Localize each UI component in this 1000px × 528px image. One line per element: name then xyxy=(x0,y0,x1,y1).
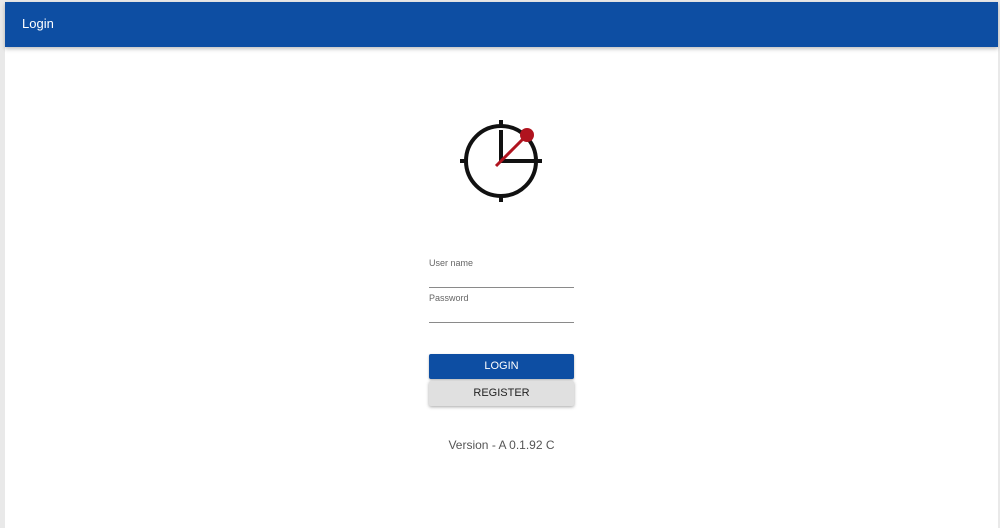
version-text: Version - A 0.1.92 C xyxy=(448,438,555,452)
username-label: User name xyxy=(429,258,474,268)
login-button[interactable]: LOGIN xyxy=(429,354,574,379)
password-field: Password xyxy=(429,293,574,329)
password-label: Password xyxy=(429,293,469,303)
clock-crosshair-icon xyxy=(460,120,542,202)
username-field: User name xyxy=(429,258,574,294)
app-bar-title: Login xyxy=(22,16,54,31)
username-input[interactable] xyxy=(429,270,574,288)
password-input[interactable] xyxy=(429,305,574,323)
app-bar: Login xyxy=(5,2,998,47)
login-page: Login User name Password LOGIN REGISTER … xyxy=(5,2,998,528)
register-button[interactable]: REGISTER xyxy=(429,381,574,406)
